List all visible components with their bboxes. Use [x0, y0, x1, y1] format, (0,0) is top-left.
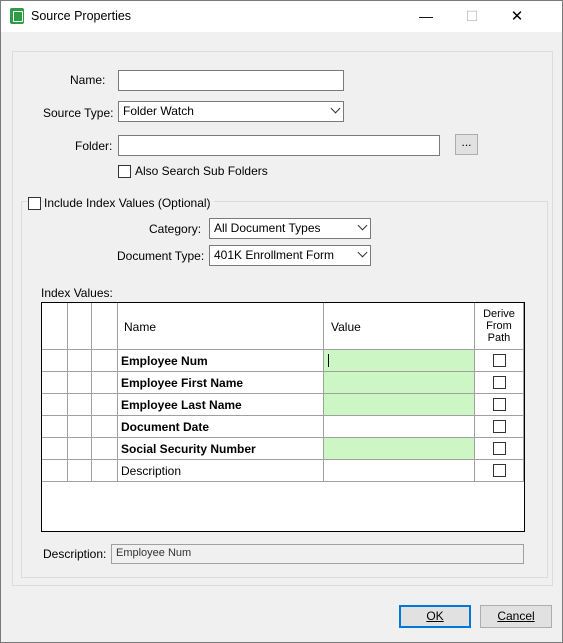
subfolders-checkbox[interactable]	[118, 165, 131, 178]
index-name-cell: Social Security Number	[118, 438, 324, 460]
grid-header-derive-line2: From	[486, 320, 512, 332]
description-field: Employee Num	[111, 544, 524, 564]
row-header-cell	[68, 394, 92, 416]
row-header-cell	[42, 438, 68, 460]
index-name-text: Document Date	[121, 420, 210, 434]
category-value: All Document Types	[214, 221, 321, 235]
row-header-cell	[42, 460, 68, 482]
grid-header-blank	[68, 303, 92, 350]
index-name-cell: Document Date	[118, 416, 324, 438]
folder-label: Folder:	[75, 139, 113, 153]
subfolders-label: Also Search Sub Folders	[135, 164, 268, 178]
grid-header-name-text: Name	[124, 320, 157, 334]
row-header-cell	[68, 416, 92, 438]
grid-header-blank	[92, 303, 118, 350]
derive-from-path-cell[interactable]	[475, 350, 524, 372]
ok-button[interactable]: OK	[399, 605, 471, 628]
window-title: Source Properties	[31, 9, 132, 23]
index-value-cell[interactable]	[324, 460, 475, 482]
derive-from-path-cell[interactable]	[475, 372, 524, 394]
name-label: Name:	[70, 73, 106, 87]
row-header-cell	[92, 438, 118, 460]
grid-header-derive[interactable]: Derive From Path	[475, 303, 524, 350]
grid-header-derive-line1: Derive	[483, 308, 515, 320]
index-value-cell[interactable]	[324, 372, 475, 394]
row-header-cell	[92, 460, 118, 482]
name-input[interactable]	[118, 70, 344, 91]
derive-from-path-cell[interactable]	[475, 394, 524, 416]
row-header-cell	[42, 394, 68, 416]
index-name-cell: Employee First Name	[118, 372, 324, 394]
text-caret	[328, 354, 329, 367]
source-type-select[interactable]: Folder Watch	[118, 101, 344, 122]
index-name-text: Employee First Name	[121, 376, 244, 390]
app-icon	[10, 8, 24, 24]
row-header-cell	[92, 372, 118, 394]
grid-header-derive-line3: Path	[487, 332, 511, 344]
row-header-cell	[68, 350, 92, 372]
folder-input[interactable]	[118, 135, 440, 156]
derive-from-path-checkbox[interactable]	[493, 464, 506, 477]
row-header-cell	[42, 372, 68, 394]
index-value-cell[interactable]	[324, 438, 475, 460]
source-type-value: Folder Watch	[123, 104, 194, 118]
index-name-text: Employee Num	[121, 354, 208, 368]
source-type-label: Source Type:	[43, 106, 114, 120]
row-header-cell	[68, 438, 92, 460]
index-name-cell: Employee Num	[118, 350, 324, 372]
index-value-cell[interactable]	[324, 416, 475, 438]
title-bar: Source Properties — ☐ ✕	[1, 1, 562, 32]
index-value-cell[interactable]	[324, 350, 475, 372]
derive-from-path-cell[interactable]	[475, 416, 524, 438]
chevron-down-icon	[357, 220, 368, 231]
index-value-cell[interactable]	[324, 394, 475, 416]
index-name-text: Employee Last Name	[121, 398, 242, 412]
derive-from-path-checkbox[interactable]	[493, 354, 506, 367]
derive-from-path-checkbox[interactable]	[493, 442, 506, 455]
maximize-button[interactable]: ☐	[449, 1, 495, 32]
row-header-cell	[42, 350, 68, 372]
document-type-label: Document Type:	[117, 249, 205, 263]
close-button[interactable]: ✕	[494, 1, 540, 32]
include-index-label: Include Index Values (Optional)	[44, 196, 214, 210]
index-name-cell: Employee Last Name	[118, 394, 324, 416]
index-name-text: Description	[121, 464, 182, 478]
row-header-cell	[68, 372, 92, 394]
minimize-button[interactable]: —	[403, 1, 449, 32]
row-header-cell	[92, 394, 118, 416]
derive-from-path-checkbox[interactable]	[493, 376, 506, 389]
index-values-grid[interactable]: Name Value Derive From Path Employee Num…	[41, 302, 525, 532]
document-type-value: 401K Enrollment Form	[214, 248, 335, 262]
index-name-text: Social Security Number	[121, 442, 256, 456]
browse-folder-button[interactable]: ...	[455, 134, 478, 155]
derive-from-path-cell[interactable]	[475, 460, 524, 482]
derive-from-path-checkbox[interactable]	[493, 420, 506, 433]
document-type-select[interactable]: 401K Enrollment Form	[209, 245, 371, 266]
grid-header-name[interactable]: Name	[118, 303, 324, 350]
description-label: Description:	[43, 547, 107, 561]
row-header-cell	[42, 416, 68, 438]
include-index-checkbox[interactable]	[28, 197, 41, 210]
row-header-cell	[92, 350, 118, 372]
chevron-down-icon	[330, 103, 341, 114]
source-properties-dialog: Source Properties — ☐ ✕ Name: Source Typ…	[0, 0, 563, 643]
ok-button-label: OK	[426, 609, 444, 623]
cancel-button-label: Cancel	[497, 609, 535, 623]
index-values-label: Index Values:	[41, 286, 113, 300]
row-header-cell	[68, 460, 92, 482]
chevron-down-icon	[357, 247, 368, 258]
derive-from-path-checkbox[interactable]	[493, 398, 506, 411]
row-header-cell	[92, 416, 118, 438]
cancel-button[interactable]: Cancel	[480, 605, 552, 628]
index-name-cell: Description	[118, 460, 324, 482]
grid-header-value-text: Value	[331, 320, 361, 334]
category-select[interactable]: All Document Types	[209, 218, 371, 239]
derive-from-path-cell[interactable]	[475, 438, 524, 460]
grid-header-blank	[42, 303, 68, 350]
grid-header-value[interactable]: Value	[324, 303, 475, 350]
category-label: Category:	[149, 222, 202, 236]
